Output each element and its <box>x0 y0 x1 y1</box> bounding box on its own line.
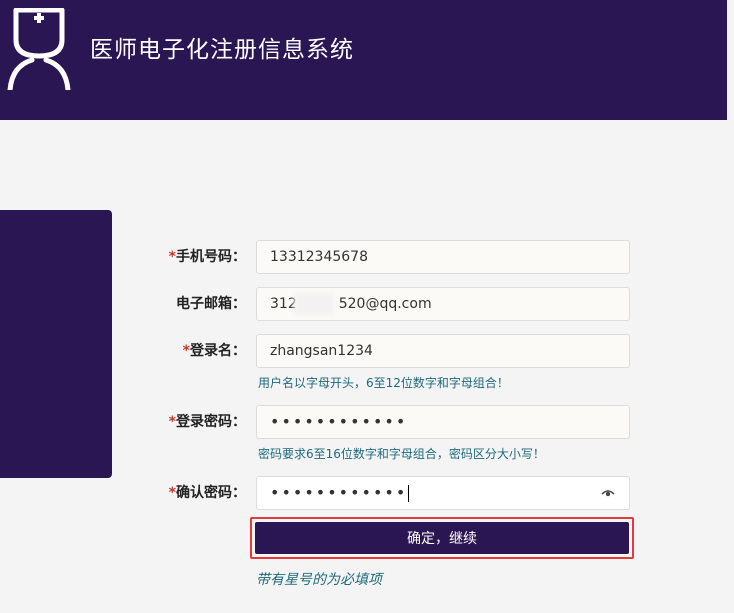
confirm-password-label: *确认密码： <box>140 483 246 503</box>
required-fields-note: 带有星号的为必填项 <box>256 572 382 588</box>
email-value-start: 312 <box>270 296 297 312</box>
password-label-text: 登录密码： <box>176 414 246 430</box>
redaction-blur <box>294 293 334 315</box>
password-input[interactable]: •••••••••••• <box>256 405 630 439</box>
confirm-continue-button[interactable]: 确定，继续 <box>255 522 629 554</box>
required-star: * <box>168 249 176 265</box>
username-input[interactable]: zhangsan1234 <box>256 334 630 368</box>
page: 医师电子化注册信息系统 *手机号码： 13312345678 电子邮箱： 312… <box>0 0 734 613</box>
eye-icon[interactable] <box>601 486 615 500</box>
username-label: *登录名： <box>140 341 246 361</box>
email-label: 电子邮箱： <box>176 296 246 312</box>
email-value-end: 520@qq.com <box>338 296 432 312</box>
app-header: 医师电子化注册信息系统 <box>0 0 727 120</box>
app-title: 医师电子化注册信息系统 <box>90 37 354 63</box>
required-star: * <box>182 343 190 359</box>
username-hint: 用户名以字母开头，6至12位数字和字母组合！ <box>258 376 509 390</box>
side-banner-panel <box>0 210 112 478</box>
confirm-password-label-text: 确认密码： <box>176 485 246 501</box>
username-label-text: 登录名： <box>190 343 246 359</box>
confirm-password-dots: •••••••••••• <box>270 483 408 502</box>
email-input[interactable]: 312 520@qq.com <box>256 287 630 321</box>
doctor-icon <box>7 8 71 90</box>
password-label: *登录密码： <box>140 412 246 432</box>
phone-input-value: 13312345678 <box>270 249 368 265</box>
phone-label: *手机号码： <box>140 247 246 267</box>
password-hint: 密码要求6至16位数字和字母组合，密码区分大小写！ <box>258 447 545 461</box>
password-input-value: •••••••••••• <box>270 412 408 431</box>
required-star: * <box>168 485 176 501</box>
phone-input[interactable]: 13312345678 <box>256 240 630 274</box>
confirm-password-input[interactable]: •••••••••••• <box>256 476 630 510</box>
required-star: * <box>168 414 176 430</box>
phone-label-text: 手机号码： <box>176 249 246 265</box>
username-input-value: zhangsan1234 <box>270 343 373 359</box>
confirm-password-input-value: •••••••••••• <box>270 483 410 502</box>
text-cursor <box>408 485 410 502</box>
